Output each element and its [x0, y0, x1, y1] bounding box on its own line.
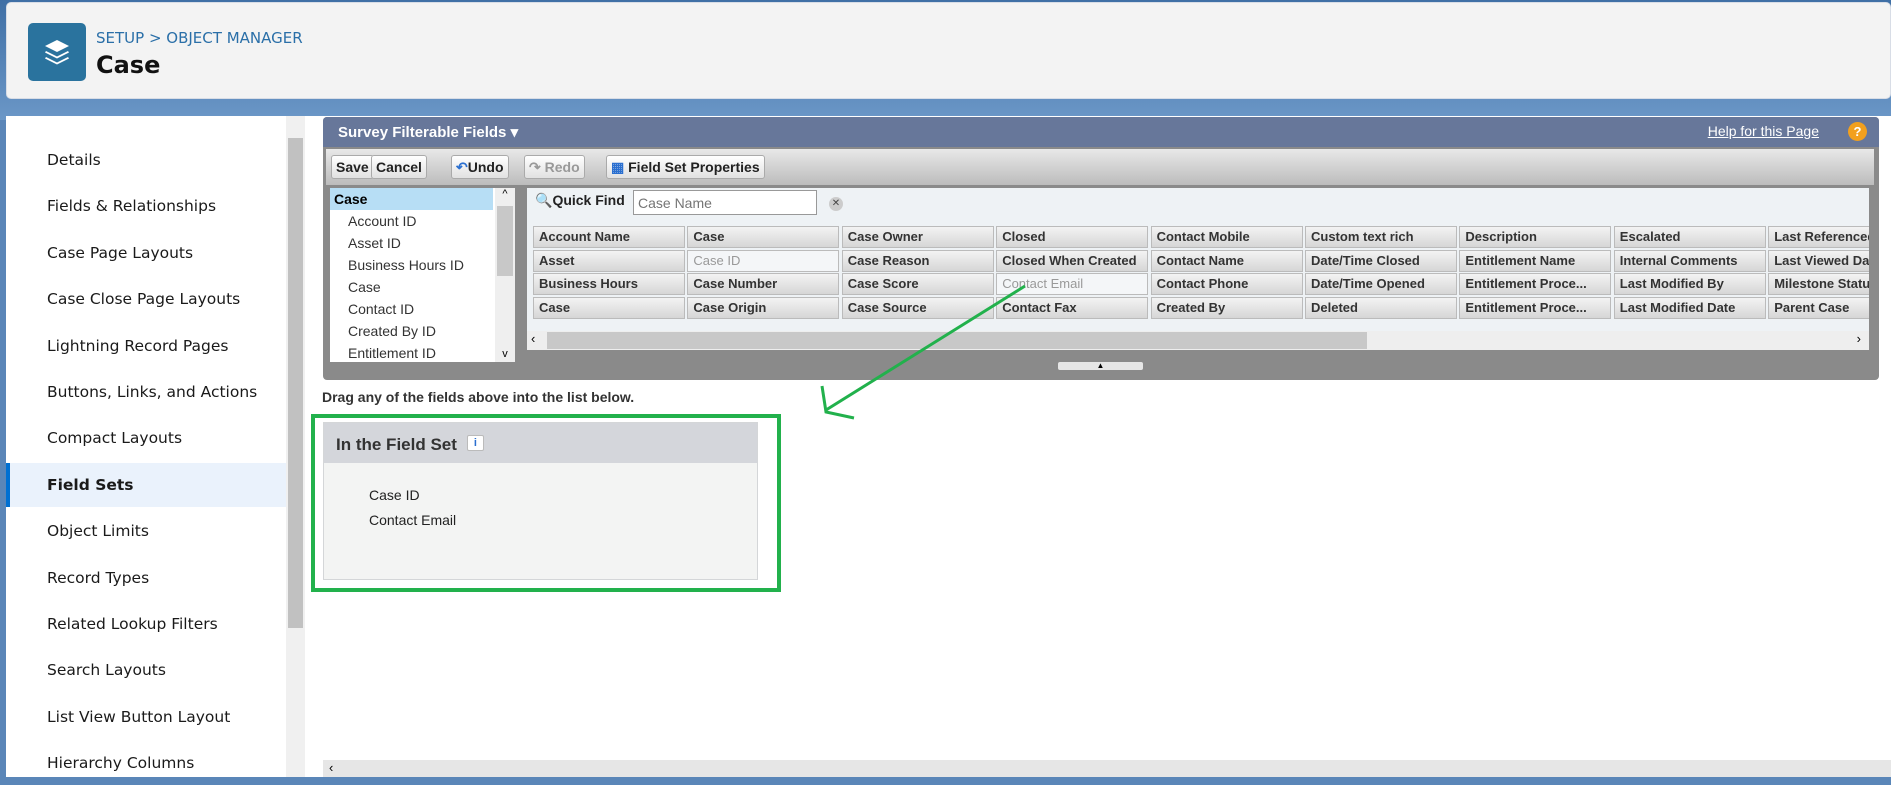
- annotation-arrow: [820, 284, 1026, 420]
- page-horizontal-scrollbar[interactable]: ‹: [323, 760, 1891, 777]
